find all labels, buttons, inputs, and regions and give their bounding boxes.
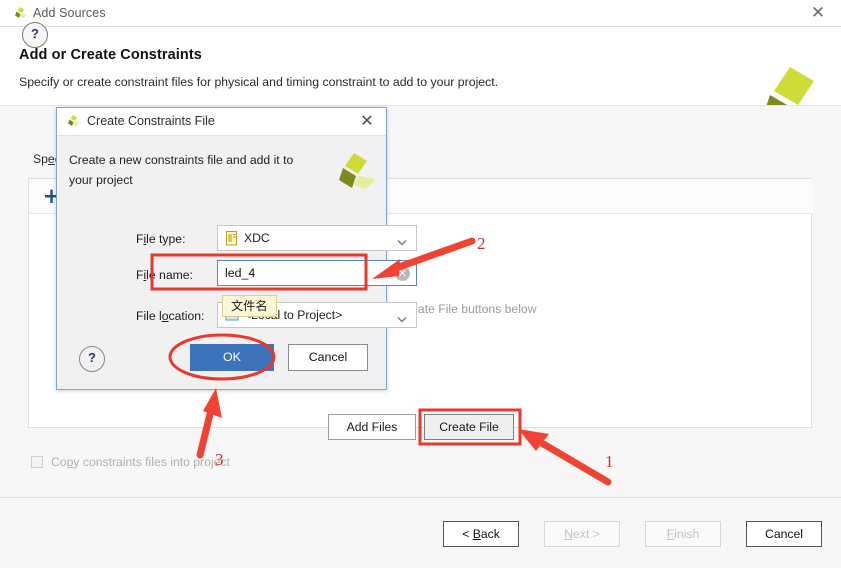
chevron-down-icon — [397, 312, 407, 323]
help-icon[interactable]: ? — [22, 22, 48, 48]
finish-button: Finish — [645, 521, 721, 547]
file-name-input[interactable]: led_4 ✕ — [217, 260, 417, 286]
next-button: Next > — [544, 521, 620, 547]
wizard-header: Add or Create Constraints Specify or cre… — [0, 27, 841, 135]
xdc-file-icon — [225, 231, 239, 246]
dialog-description: Create a new constraints file and add it… — [69, 153, 294, 187]
file-type-label: File type: — [136, 232, 186, 246]
vivado-logo-icon — [66, 114, 81, 129]
copy-constraints-label: Copy constraints files into project — [51, 455, 230, 469]
file-name-value: led_4 — [225, 266, 256, 280]
window-titlebar: Add Sources ✕ — [0, 0, 841, 27]
dialog-titlebar: Create Constraints File ✕ — [57, 108, 386, 136]
file-type-dropdown[interactable]: XDC — [217, 225, 417, 251]
copy-constraints-checkbox[interactable] — [31, 456, 43, 468]
copy-constraints-checkbox-row[interactable]: Copy constraints files into project — [31, 455, 230, 469]
dialog-cancel-button[interactable]: Cancel — [288, 344, 368, 371]
clear-icon[interactable]: ✕ — [395, 266, 410, 281]
file-name-tooltip: 文件名 — [222, 295, 277, 317]
add-files-button[interactable]: Add Files — [328, 414, 416, 440]
page-subtitle: Specify or create constraint files for p… — [19, 75, 499, 89]
vivado-logo-icon — [335, 152, 377, 190]
create-constraints-file-dialog: Create Constraints File ✕ Create a new c… — [56, 107, 417, 390]
page-title: Add or Create Constraints — [19, 47, 202, 63]
back-button[interactable]: < Back — [443, 521, 519, 547]
file-type-value: XDC — [244, 231, 270, 245]
vivado-logo-icon — [13, 6, 28, 21]
window-title: Add Sources — [33, 6, 106, 20]
cancel-button[interactable]: Cancel — [746, 521, 822, 547]
help-icon[interactable]: ? — [79, 346, 105, 372]
file-location-label: File location: — [136, 309, 205, 323]
close-icon[interactable]: ✕ — [358, 112, 376, 130]
file-name-label: File name: — [136, 268, 193, 282]
chevron-down-icon — [397, 235, 407, 246]
dialog-title: Create Constraints File — [87, 114, 215, 128]
create-file-button[interactable]: Create File — [424, 414, 514, 440]
close-icon[interactable]: ✕ — [809, 5, 827, 23]
ok-button[interactable]: OK — [190, 344, 274, 371]
